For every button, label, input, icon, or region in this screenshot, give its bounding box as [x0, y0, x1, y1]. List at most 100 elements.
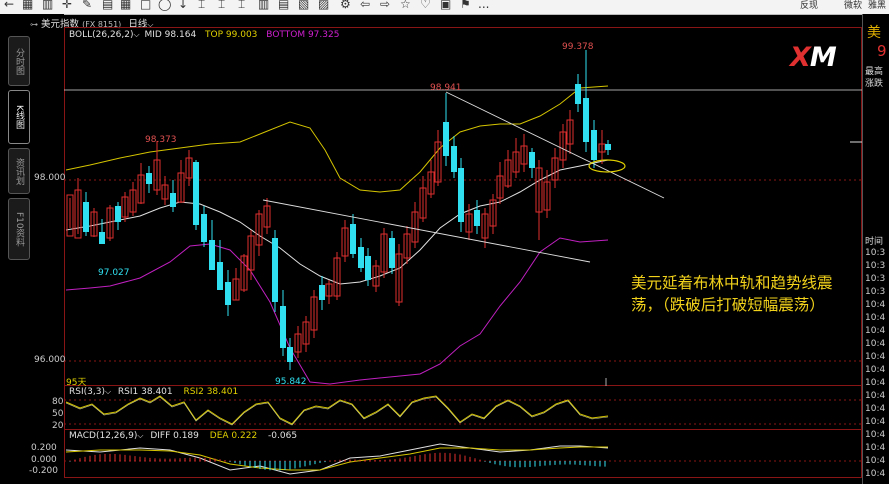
mark-icon[interactable]: ▣ [440, 0, 451, 11]
chart-title: ⊶ 美元指数 (FX 8151) 日线⌵ [30, 16, 153, 30]
gear-icon[interactable]: ⚙ [340, 0, 351, 11]
toolbar-item-2[interactable]: 微软 [844, 0, 862, 11]
candle-down [193, 162, 199, 225]
macd-y-m02: -0.200 [29, 466, 59, 476]
macd-label[interactable]: MACD(12,26,9) [69, 431, 137, 441]
candle-down [217, 262, 223, 290]
chevron-down-icon[interactable]: ⌵ [147, 20, 153, 29]
rsi-label[interactable]: RSI(3,3) [69, 387, 105, 397]
candle-up [395, 253, 403, 303]
candle-up [380, 233, 388, 273]
cycle-icon[interactable]: ▧ [298, 0, 309, 11]
candle-up [294, 333, 302, 353]
candle-up [310, 296, 318, 331]
candle-up [247, 235, 255, 271]
time-row: 10:4 [865, 430, 886, 440]
candle-down [389, 238, 395, 268]
grid2-icon[interactable]: ▤ [102, 0, 113, 11]
macd-legend: MACD(12,26,9)⌵ DIFF 0.189 DEA 0.222 -0.0… [69, 431, 297, 441]
tab-intraday[interactable]: 分时图 [8, 36, 30, 86]
more-icon[interactable]: ... [478, 0, 489, 11]
candle-up [129, 189, 137, 213]
trendline [262, 199, 591, 263]
rsi-y-80: 80 [52, 397, 64, 407]
quote-symbol: 美 [867, 25, 881, 41]
heart-icon[interactable]: ♡ [420, 0, 431, 11]
time-row: 10:4 [865, 443, 886, 453]
candle-up [240, 255, 248, 291]
tab-kline[interactable]: K线图 [8, 90, 30, 144]
flag-icon[interactable]: ⚑ [460, 0, 471, 11]
chart-icon[interactable]: ▥ [42, 0, 53, 11]
candle-down [170, 193, 176, 207]
candle-down [451, 146, 457, 172]
time-row: 10:4 [865, 456, 886, 466]
candle-up [598, 143, 606, 153]
draw-icon[interactable]: ✎ [82, 0, 92, 11]
boll-bottom: BOTTOM 97.325 [266, 30, 340, 40]
candle-up [153, 159, 161, 191]
xm-logo: XM [790, 42, 837, 73]
label-97027: 97.027 [98, 268, 130, 278]
toolbar-item-3[interactable]: 雅黑 [868, 0, 886, 11]
rsi2-line [65, 396, 609, 426]
candle-up [185, 157, 193, 179]
grid-icon[interactable]: ▦ [22, 0, 33, 11]
candle-down [358, 247, 364, 268]
tab-f10[interactable]: F10资料 [8, 198, 30, 260]
candle-up [535, 167, 543, 213]
period-selector[interactable]: 日线 [128, 19, 147, 30]
macd-y-0: 0.000 [31, 455, 57, 465]
kline-chart: 99.378 98.941 98.373 97.027 95.842 [64, 27, 862, 478]
annotation-text: 美元延着布林中轨和趋势线震荡，（跌破后打破短幅震荡） [631, 274, 833, 314]
candle-down [575, 84, 581, 104]
chevron-down-icon[interactable]: ⌵ [134, 30, 140, 39]
channel-icon[interactable]: ▥ [258, 0, 269, 11]
text3-icon[interactable]: ⌶ [238, 0, 245, 12]
circle-icon[interactable]: ◯ [158, 0, 171, 11]
boll-lower-band [65, 237, 609, 385]
candle-down [591, 130, 597, 160]
label-98373: 98.373 [145, 135, 177, 145]
candle-down [458, 168, 464, 222]
rect-icon[interactable]: □ [140, 0, 151, 11]
chevron-down-icon[interactable]: ⌵ [105, 387, 111, 396]
arrow-icon[interactable]: ⇦ [360, 0, 370, 11]
tab-news[interactable]: 资讯划 [8, 148, 30, 194]
candle-up [232, 278, 240, 301]
y-label-98: 98.000 [34, 173, 66, 183]
candle-down [280, 306, 286, 348]
candle-up [106, 207, 114, 239]
time-row: 10:4 [865, 326, 886, 336]
grid3-icon[interactable]: ▦ [120, 0, 131, 11]
toolbar-item-1[interactable]: 反现 [800, 0, 818, 11]
line-icon[interactable]: ↓ [178, 0, 188, 11]
candle-up [419, 187, 427, 219]
gann-icon[interactable]: ▨ [318, 0, 329, 11]
arrow2-icon[interactable]: ⇨ [380, 0, 390, 11]
candle-up [121, 196, 129, 218]
chevron-down-icon[interactable]: ⌵ [137, 431, 143, 440]
label-low: 95.842 [275, 377, 307, 387]
text2-icon[interactable]: ⌶ [218, 0, 225, 12]
text-icon[interactable]: ⌶ [198, 0, 205, 12]
candle-up [520, 145, 528, 165]
candle-down [272, 238, 278, 302]
time-header: 时间 [865, 237, 884, 247]
back-icon[interactable]: ← [4, 0, 14, 11]
time-row: 10:3 [865, 261, 886, 271]
candle-up [559, 131, 567, 161]
fib-icon[interactable]: ▤ [278, 0, 289, 11]
candle-up [434, 141, 442, 183]
star-icon[interactable]: ☆ [400, 0, 411, 11]
crosshair-icon[interactable]: ✛ [62, 0, 72, 11]
candle-down [146, 173, 152, 184]
rsi2-value: RSI2 38.401 [183, 387, 239, 397]
candle-up [551, 157, 559, 181]
rsi-legend: RSI(3,3)⌵ RSI1 38.401 RSI2 38.401 [69, 387, 238, 397]
candle-down [443, 122, 449, 156]
candle-up [489, 199, 497, 227]
boll-label[interactable]: BOLL(26,26,2) [69, 30, 134, 40]
candle-down [209, 240, 215, 270]
candle-up [481, 213, 489, 239]
